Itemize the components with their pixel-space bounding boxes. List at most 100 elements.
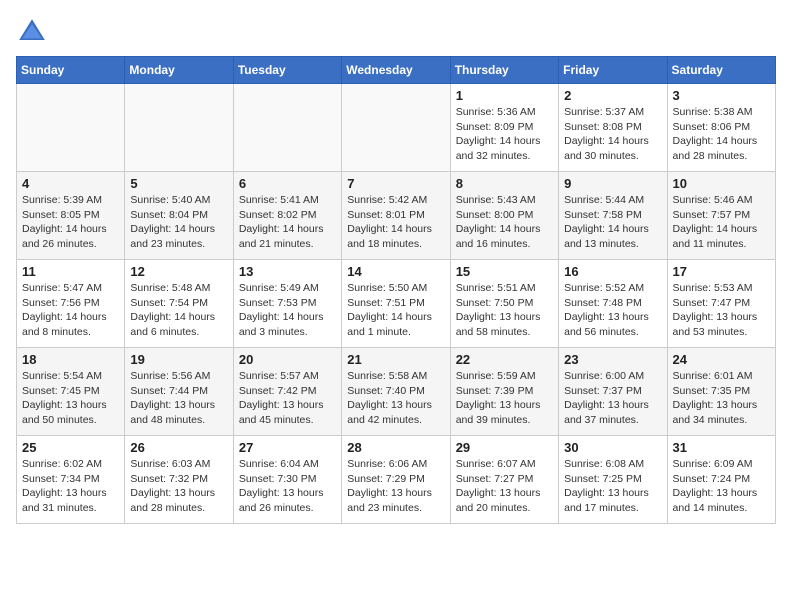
day-info: Sunrise: 5:59 AM Sunset: 7:39 PM Dayligh…	[456, 369, 553, 428]
calendar-cell: 1 Sunrise: 5:36 AM Sunset: 8:09 PM Daylig…	[450, 84, 558, 172]
weekday-header-tuesday: Tuesday	[233, 57, 341, 84]
day-info: Sunrise: 5:46 AM Sunset: 7:57 PM Dayligh…	[673, 193, 770, 252]
day-number: 19	[130, 352, 227, 367]
calendar-cell: 19 Sunrise: 5:56 AM Sunset: 7:44 PM Dayli…	[125, 348, 233, 436]
day-info: Sunrise: 6:08 AM Sunset: 7:25 PM Dayligh…	[564, 457, 661, 516]
day-info: Sunrise: 6:03 AM Sunset: 7:32 PM Dayligh…	[130, 457, 227, 516]
calendar-week-row: 11 Sunrise: 5:47 AM Sunset: 7:56 PM Dayli…	[17, 260, 776, 348]
calendar-cell: 3 Sunrise: 5:38 AM Sunset: 8:06 PM Daylig…	[667, 84, 775, 172]
day-info: Sunrise: 5:48 AM Sunset: 7:54 PM Dayligh…	[130, 281, 227, 340]
day-number: 22	[456, 352, 553, 367]
day-number: 23	[564, 352, 661, 367]
day-info: Sunrise: 5:47 AM Sunset: 7:56 PM Dayligh…	[22, 281, 119, 340]
day-info: Sunrise: 6:02 AM Sunset: 7:34 PM Dayligh…	[22, 457, 119, 516]
day-info: Sunrise: 6:06 AM Sunset: 7:29 PM Dayligh…	[347, 457, 444, 516]
calendar-cell: 18 Sunrise: 5:54 AM Sunset: 7:45 PM Dayli…	[17, 348, 125, 436]
calendar-week-row: 18 Sunrise: 5:54 AM Sunset: 7:45 PM Dayli…	[17, 348, 776, 436]
calendar-cell: 26 Sunrise: 6:03 AM Sunset: 7:32 PM Dayli…	[125, 436, 233, 524]
calendar-cell: 10 Sunrise: 5:46 AM Sunset: 7:57 PM Dayli…	[667, 172, 775, 260]
day-number: 1	[456, 88, 553, 103]
day-number: 18	[22, 352, 119, 367]
calendar-cell	[342, 84, 450, 172]
calendar-cell: 5 Sunrise: 5:40 AM Sunset: 8:04 PM Daylig…	[125, 172, 233, 260]
day-info: Sunrise: 5:51 AM Sunset: 7:50 PM Dayligh…	[456, 281, 553, 340]
calendar-cell: 9Sunrise: 5:44 AM Sunset: 7:58 PM Daylig…	[559, 172, 667, 260]
day-number: 8	[456, 176, 553, 191]
calendar-cell	[17, 84, 125, 172]
day-number: 7	[347, 176, 444, 191]
calendar-cell: 25 Sunrise: 6:02 AM Sunset: 7:34 PM Dayli…	[17, 436, 125, 524]
calendar-cell: 30 Sunrise: 6:08 AM Sunset: 7:25 PM Dayli…	[559, 436, 667, 524]
calendar-cell: 27 Sunrise: 6:04 AM Sunset: 7:30 PM Dayli…	[233, 436, 341, 524]
day-number: 6	[239, 176, 336, 191]
calendar-cell	[125, 84, 233, 172]
day-number: 10	[673, 176, 770, 191]
weekday-header-sunday: Sunday	[17, 57, 125, 84]
weekday-header-thursday: Thursday	[450, 57, 558, 84]
day-info: Sunrise: 5:56 AM Sunset: 7:44 PM Dayligh…	[130, 369, 227, 428]
calendar-cell: 29Sunrise: 6:07 AM Sunset: 7:27 PM Dayli…	[450, 436, 558, 524]
day-number: 13	[239, 264, 336, 279]
day-info: Sunrise: 6:07 AM Sunset: 7:27 PM Dayligh…	[456, 457, 553, 516]
calendar-cell: 6 Sunrise: 5:41 AM Sunset: 8:02 PM Daylig…	[233, 172, 341, 260]
day-number: 26	[130, 440, 227, 455]
calendar-cell: 12Sunrise: 5:48 AM Sunset: 7:54 PM Dayli…	[125, 260, 233, 348]
day-number: 9	[564, 176, 661, 191]
day-info: Sunrise: 6:09 AM Sunset: 7:24 PM Dayligh…	[673, 457, 770, 516]
weekday-header-saturday: Saturday	[667, 57, 775, 84]
weekday-header-wednesday: Wednesday	[342, 57, 450, 84]
day-info: Sunrise: 5:43 AM Sunset: 8:00 PM Dayligh…	[456, 193, 553, 252]
calendar-week-row: 1 Sunrise: 5:36 AM Sunset: 8:09 PM Daylig…	[17, 84, 776, 172]
day-info: Sunrise: 5:42 AM Sunset: 8:01 PM Dayligh…	[347, 193, 444, 252]
day-info: Sunrise: 5:39 AM Sunset: 8:05 PM Dayligh…	[22, 193, 119, 252]
calendar-cell: 4 Sunrise: 5:39 AM Sunset: 8:05 PM Daylig…	[17, 172, 125, 260]
weekday-header-monday: Monday	[125, 57, 233, 84]
calendar-cell: 24 Sunrise: 6:01 AM Sunset: 7:35 PM Dayli…	[667, 348, 775, 436]
day-number: 4	[22, 176, 119, 191]
day-number: 28	[347, 440, 444, 455]
day-info: Sunrise: 5:36 AM Sunset: 8:09 PM Dayligh…	[456, 105, 553, 164]
day-number: 20	[239, 352, 336, 367]
day-number: 3	[673, 88, 770, 103]
day-info: Sunrise: 5:49 AM Sunset: 7:53 PM Dayligh…	[239, 281, 336, 340]
page-header	[16, 16, 776, 48]
calendar-cell: 20 Sunrise: 5:57 AM Sunset: 7:42 PM Dayli…	[233, 348, 341, 436]
calendar-table: SundayMondayTuesdayWednesdayThursdayFrid…	[16, 56, 776, 524]
day-number: 11	[22, 264, 119, 279]
day-info: Sunrise: 5:52 AM Sunset: 7:48 PM Dayligh…	[564, 281, 661, 340]
day-info: Sunrise: 5:50 AM Sunset: 7:51 PM Dayligh…	[347, 281, 444, 340]
calendar-cell: 28 Sunrise: 6:06 AM Sunset: 7:29 PM Dayli…	[342, 436, 450, 524]
calendar-cell: 8 Sunrise: 5:43 AM Sunset: 8:00 PM Daylig…	[450, 172, 558, 260]
day-info: Sunrise: 6:01 AM Sunset: 7:35 PM Dayligh…	[673, 369, 770, 428]
day-number: 24	[673, 352, 770, 367]
day-info: Sunrise: 5:57 AM Sunset: 7:42 PM Dayligh…	[239, 369, 336, 428]
calendar-cell: 31 Sunrise: 6:09 AM Sunset: 7:24 PM Dayli…	[667, 436, 775, 524]
calendar-cell	[233, 84, 341, 172]
day-number: 5	[130, 176, 227, 191]
day-number: 30	[564, 440, 661, 455]
day-info: Sunrise: 6:04 AM Sunset: 7:30 PM Dayligh…	[239, 457, 336, 516]
calendar-week-row: 4 Sunrise: 5:39 AM Sunset: 8:05 PM Daylig…	[17, 172, 776, 260]
calendar-cell: 2 Sunrise: 5:37 AM Sunset: 8:08 PM Daylig…	[559, 84, 667, 172]
day-number: 2	[564, 88, 661, 103]
day-info: Sunrise: 5:37 AM Sunset: 8:08 PM Dayligh…	[564, 105, 661, 164]
calendar-cell: 22 Sunrise: 5:59 AM Sunset: 7:39 PM Dayli…	[450, 348, 558, 436]
logo	[16, 16, 52, 48]
weekday-header-row: SundayMondayTuesdayWednesdayThursdayFrid…	[17, 57, 776, 84]
calendar-cell: 15 Sunrise: 5:51 AM Sunset: 7:50 PM Dayli…	[450, 260, 558, 348]
calendar-cell: 17Sunrise: 5:53 AM Sunset: 7:47 PM Dayli…	[667, 260, 775, 348]
calendar-cell: 14Sunrise: 5:50 AM Sunset: 7:51 PM Dayli…	[342, 260, 450, 348]
day-number: 15	[456, 264, 553, 279]
day-number: 31	[673, 440, 770, 455]
day-number: 17	[673, 264, 770, 279]
day-info: Sunrise: 5:54 AM Sunset: 7:45 PM Dayligh…	[22, 369, 119, 428]
day-number: 25	[22, 440, 119, 455]
day-number: 27	[239, 440, 336, 455]
day-info: Sunrise: 5:40 AM Sunset: 8:04 PM Dayligh…	[130, 193, 227, 252]
day-info: Sunrise: 6:00 AM Sunset: 7:37 PM Dayligh…	[564, 369, 661, 428]
day-info: Sunrise: 5:41 AM Sunset: 8:02 PM Dayligh…	[239, 193, 336, 252]
day-info: Sunrise: 5:38 AM Sunset: 8:06 PM Dayligh…	[673, 105, 770, 164]
calendar-cell: 16Sunrise: 5:52 AM Sunset: 7:48 PM Dayli…	[559, 260, 667, 348]
calendar-week-row: 25 Sunrise: 6:02 AM Sunset: 7:34 PM Dayli…	[17, 436, 776, 524]
calendar-cell: 21Sunrise: 5:58 AM Sunset: 7:40 PM Dayli…	[342, 348, 450, 436]
